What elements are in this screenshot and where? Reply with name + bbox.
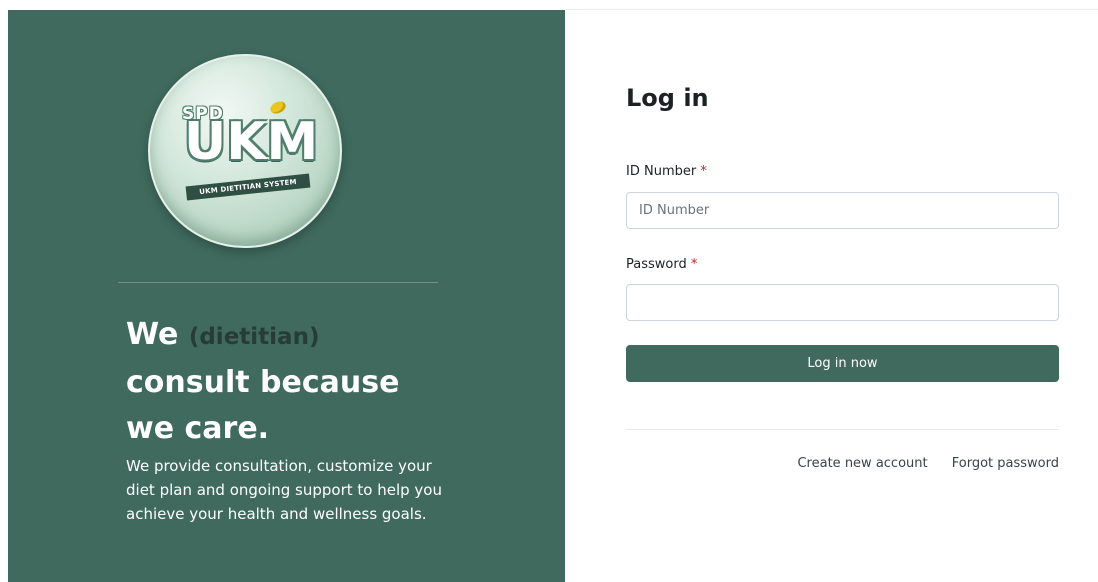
brand-divider — [118, 282, 438, 283]
password-label-text: Password — [626, 257, 687, 272]
forgot-password-link[interactable]: Forgot password — [952, 456, 1059, 471]
form-divider — [626, 429, 1059, 430]
id-number-label: ID Number * — [626, 164, 707, 179]
headline-rest: consult because we care. — [126, 365, 400, 446]
required-marker: * — [690, 257, 698, 272]
password-input[interactable] — [626, 284, 1059, 321]
logo-ukm-text: UKM — [184, 112, 319, 172]
logo-banner: UKM DIETITIAN SYSTEM — [185, 173, 311, 201]
create-account-link[interactable]: Create new account — [797, 456, 927, 471]
headline-we: We — [126, 317, 179, 352]
account-links: Create new account Forgot password — [626, 456, 1059, 471]
hero-headline: We (dietitian) consult because we care. — [126, 312, 446, 452]
login-title: Log in — [626, 84, 709, 112]
brand-panel: SPD UKM UKM DIETITIAN SYSTEM We (dietiti… — [8, 10, 565, 582]
id-number-label-text: ID Number — [626, 164, 697, 179]
top-divider — [565, 9, 1098, 10]
password-label: Password * — [626, 257, 697, 272]
hero-description: We provide consultation, customize your … — [126, 457, 442, 523]
required-marker: * — [700, 164, 707, 179]
id-number-input[interactable] — [626, 192, 1059, 229]
ukm-logo: SPD UKM UKM DIETITIAN SYSTEM — [148, 54, 342, 248]
login-button[interactable]: Log in now — [626, 345, 1059, 382]
headline-dietitian: (dietitian) — [188, 324, 320, 350]
